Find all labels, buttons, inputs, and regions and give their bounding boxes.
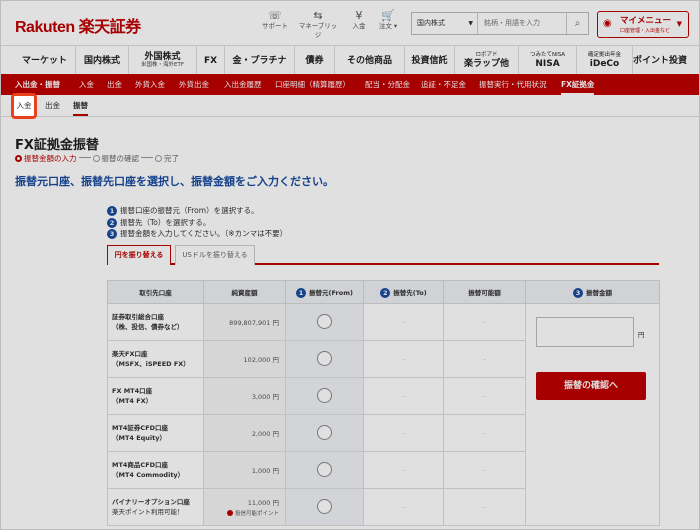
col-account: 取引先口座 xyxy=(107,280,204,304)
instruction-item: 2 振替先（To）を選択する。 xyxy=(107,217,287,229)
tab-withdraw[interactable]: 出金 xyxy=(45,95,60,116)
subnav-fx-deposit[interactable]: 外貨入金 xyxy=(135,74,165,95)
tab-transfer[interactable]: 振替 xyxy=(73,95,88,116)
support-icon[interactable]: ☏ サポート xyxy=(255,9,295,31)
instructions: 1 振替口座の振替元（From）を選択する。 2 振替先（To）を選択する。 3 振替… xyxy=(107,205,287,240)
col-to: 2 振替先(To) xyxy=(363,280,444,304)
nav-other[interactable]: その他商品 xyxy=(335,46,405,75)
amount-input[interactable] xyxy=(536,317,634,347)
cart-icon[interactable]: 🛒 注文 ▾ xyxy=(368,9,408,31)
browser-frame: Rakuten 楽天証券 ☏ サポート ⇆ マネーブリッジ ¥ 入金 🛒 注文 ▾ 国内… xyxy=(0,0,700,530)
site-header: Rakuten 楽天証券 ☏ サポート ⇆ マネーブリッジ ¥ 入金 🛒 注文 ▾ 国内… xyxy=(1,1,699,45)
from-radio[interactable] xyxy=(317,424,332,440)
subnav-deposit[interactable]: 入金 xyxy=(79,74,94,95)
from-radio[interactable] xyxy=(317,387,332,403)
col-available: 振替可能額 xyxy=(443,280,526,304)
col-from: 1 振替元(From) xyxy=(285,280,364,304)
user-icon: ◉ xyxy=(603,18,612,29)
rakuten-logo[interactable]: Rakuten 楽天証券 xyxy=(15,13,141,37)
nav-bonds[interactable]: 債券 xyxy=(295,46,335,75)
tab-deposit[interactable]: 入金 xyxy=(11,93,37,119)
nav-robo[interactable]: ロボアド 楽ラップ他 xyxy=(455,46,519,75)
nav-funds[interactable]: 投資信託 xyxy=(405,46,455,75)
currency-tabs: 円を振り替える USドルを振り替える xyxy=(107,245,659,265)
nav-gold[interactable]: 金・プラチナ xyxy=(225,46,295,75)
subnav-fx-margin[interactable]: FX証拠金 xyxy=(561,74,595,95)
subnav-margin-call[interactable]: 追証・不足金 xyxy=(421,74,466,95)
table-row: 証券取引総合口座 （株、投信、債券など） 899,807,901 円 - - 円 … xyxy=(107,303,660,526)
accounts-table: 取引先口座 純資産額 1 振替元(From) 2 振替先(To) 振替可能額 3 振替… xyxy=(107,280,660,526)
lead-text: 振替元口座、振替先口座を選択し、振替金額をご入力ください。 xyxy=(15,175,334,188)
col-balance: 純資産額 xyxy=(203,280,286,304)
nav-fx[interactable]: FX xyxy=(197,46,225,75)
nav-nisa[interactable]: つみたてNISA NISA xyxy=(519,46,577,75)
tab-usd[interactable]: USドルを振り替える xyxy=(175,245,255,265)
instruction-item: 3 振替金額を入力してください。（※カンマは不要） xyxy=(107,228,287,240)
subnav-transfer-status[interactable]: 振替実行・代用状況 xyxy=(479,74,547,95)
from-radio[interactable] xyxy=(317,498,332,514)
amount-cell: 円 振替の確認へ xyxy=(525,303,660,526)
subnav-transfer[interactable]: 入出金・振替 xyxy=(15,74,60,95)
money-bridge-icon[interactable]: ⇆ マネーブリッジ xyxy=(298,9,338,40)
from-radio[interactable] xyxy=(317,461,332,477)
step-1: 振替金額の入力 xyxy=(15,153,77,164)
nav-point[interactable]: ポイント投資 xyxy=(633,46,687,75)
step-3: 完了 xyxy=(155,153,179,164)
sub-nav: 入出金・振替 入金 出金 外貨入金 外貨出金 入出金履歴 口座明細（精算履歴） … xyxy=(1,74,699,95)
nav-domestic-stock[interactable]: 国内株式 xyxy=(76,46,129,75)
table-header: 取引先口座 純資産額 1 振替元(From) 2 振替先(To) 振替可能額 3 振替… xyxy=(107,280,660,304)
subnav-withdraw[interactable]: 出金 xyxy=(107,74,122,95)
search-input[interactable] xyxy=(480,13,566,34)
chevron-down-icon: ▼ xyxy=(676,20,682,28)
point-icon xyxy=(226,510,233,516)
search-box: 国内株式▼ ⌕ xyxy=(411,12,589,35)
tert-nav: 出金 振替 xyxy=(1,95,699,117)
my-menu-button[interactable]: ◉ マイメニュー 口座管理・入出金など ▼ xyxy=(597,11,689,38)
step-2: 振替の確認 xyxy=(92,153,139,164)
from-radio[interactable] xyxy=(317,350,332,366)
chevron-down-icon: ▼ xyxy=(468,20,473,27)
col-amount: 3 振替金額 xyxy=(525,280,660,304)
tab-yen[interactable]: 円を振り替える xyxy=(107,245,171,265)
confirm-button[interactable]: 振替の確認へ xyxy=(536,372,646,400)
nav-market[interactable]: マーケット xyxy=(14,46,76,75)
search-category-select[interactable]: 国内株式 ▼ xyxy=(412,13,478,34)
step-indicator: 振替金額の入力 振替の確認 完了 xyxy=(15,153,179,164)
subnav-history[interactable]: 入出金履歴 xyxy=(224,74,262,95)
main-nav: マーケット 国内株式 外国株式 米国株・海外ETF FX 金・プラチナ 債券 その… xyxy=(1,45,699,75)
search-icon[interactable]: ⌕ xyxy=(566,13,588,34)
subnav-statement[interactable]: 口座明細（精算履歴） xyxy=(275,74,350,95)
subnav-dividend[interactable]: 配当・分配金 xyxy=(365,74,410,95)
subnav-fx-withdraw[interactable]: 外貨出金 xyxy=(179,74,209,95)
instruction-item: 1 振替口座の振替元（From）を選択する。 xyxy=(107,205,287,217)
nav-foreign-stock[interactable]: 外国株式 米国株・海外ETF xyxy=(129,46,197,75)
page-title: FX証拠金振替 xyxy=(15,138,99,153)
nav-ideco[interactable]: 確定拠出年金 iDeCo xyxy=(577,46,633,75)
from-radio[interactable] xyxy=(317,313,332,329)
